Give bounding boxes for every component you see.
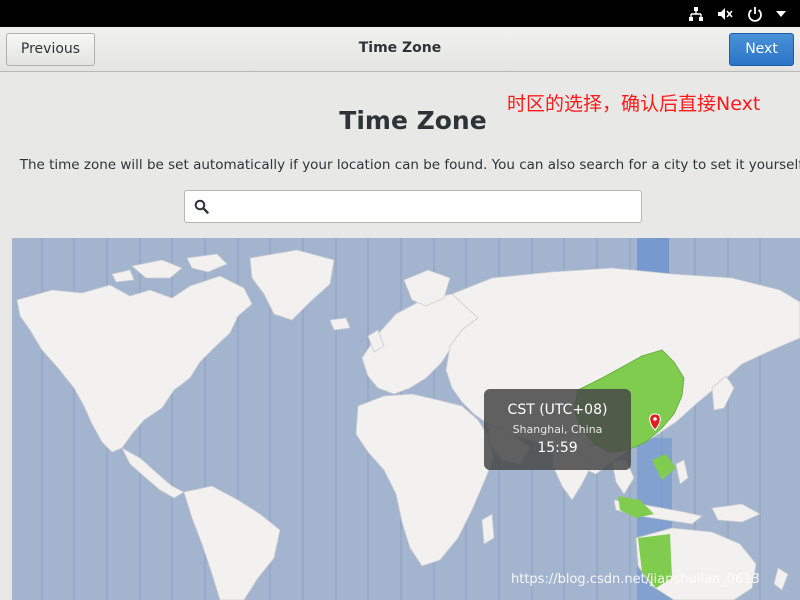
search-input[interactable] bbox=[217, 196, 631, 220]
network-icon[interactable] bbox=[688, 6, 704, 22]
header-bar: Previous Time Zone Next bbox=[0, 27, 800, 72]
timezone-map[interactable]: CST (UTC+08) Shanghai, China 15:59 bbox=[12, 238, 800, 600]
timezone-tooltip: CST (UTC+08) Shanghai, China 15:59 bbox=[484, 389, 631, 470]
chevron-down-icon[interactable] bbox=[776, 10, 786, 18]
next-button[interactable]: Next bbox=[729, 33, 794, 66]
top-bar bbox=[0, 0, 800, 27]
page-title: Time Zone bbox=[339, 106, 487, 135]
timezone-time: 15:59 bbox=[537, 440, 578, 456]
system-tray bbox=[688, 4, 786, 23]
watermark: https://blog.csdn.net/jianshuilan_0613 bbox=[511, 572, 760, 587]
header-title: Time Zone bbox=[358, 40, 442, 56]
timezone-city: Shanghai, China bbox=[512, 423, 603, 436]
timezone-abbreviation: CST (UTC+08) bbox=[507, 402, 608, 418]
volume-icon[interactable] bbox=[717, 6, 734, 22]
power-icon[interactable] bbox=[747, 6, 763, 22]
world-map[interactable] bbox=[12, 238, 800, 600]
search-icon bbox=[194, 199, 209, 218]
search-box[interactable] bbox=[184, 190, 642, 223]
page-description: The time zone will be set automatically … bbox=[19, 157, 800, 173]
installer-window: Previous Time Zone Next 时区的选择，确认后直接Next … bbox=[0, 27, 800, 600]
